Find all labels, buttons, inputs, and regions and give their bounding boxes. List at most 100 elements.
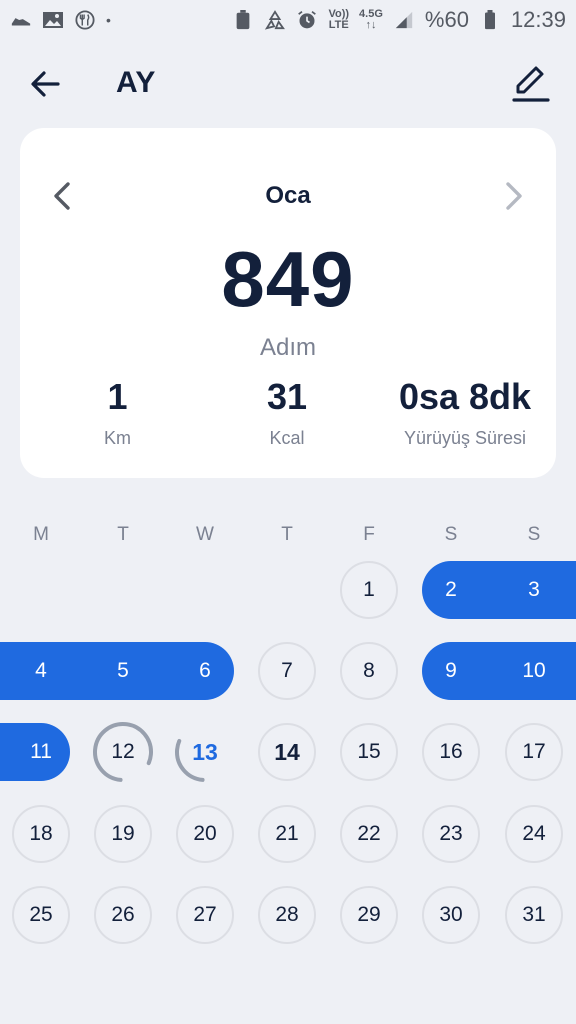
calendar-day[interactable]: 23 [422, 805, 480, 863]
day-number: 26 [111, 903, 135, 926]
day-number: 14 [274, 738, 300, 765]
day-number: 17 [522, 740, 546, 763]
app-bar: AY [0, 52, 576, 116]
calendar-day[interactable]: 8 [340, 642, 398, 700]
distance-value: 1 [107, 376, 128, 417]
weekday-label: S [444, 524, 458, 545]
day-number: 11 [30, 740, 52, 763]
calendar-day[interactable]: 31 [505, 886, 563, 944]
signal-icon [395, 11, 413, 29]
calendar-day[interactable]: 10 [505, 642, 563, 700]
arrow-left-icon [31, 71, 60, 97]
calories-value: 31 [266, 376, 308, 417]
calendar-day[interactable]: 28 [258, 886, 316, 944]
day-number: 13 [192, 738, 218, 765]
weekday-label: S [527, 524, 541, 545]
calendar-day[interactable]: 25 [12, 886, 70, 944]
walking-time-stat: 0sa 8dk Yürüyüş Süresi [380, 376, 550, 449]
calendar-day[interactable]: 9 [422, 642, 480, 700]
calories-stat: 31 Kcal [227, 376, 347, 449]
calendar-day[interactable]: 12 [93, 722, 153, 782]
day-number: 18 [29, 822, 53, 845]
weekday-label: F [363, 524, 375, 545]
calendar-day[interactable]: 30 [422, 886, 480, 944]
weekday-header: M T W T F S S [0, 524, 576, 548]
weekday-label: M [33, 524, 49, 545]
pencil-icon [512, 66, 550, 102]
status-bar: • Vo)) LTE 4.5G ↑↓ %60 12:39 [0, 0, 576, 40]
day-number: 16 [439, 740, 463, 763]
day-number: 6 [199, 659, 211, 682]
summary-card: Oca 849 Adım 1 Km 31 Kcal 0sa 8dk Yürüyü… [20, 128, 556, 478]
day-number: 22 [357, 822, 381, 845]
calendar-day[interactable]: 16 [422, 723, 480, 781]
calendar-day[interactable]: 20 [176, 805, 234, 863]
calendar-day[interactable]: 1 [340, 561, 398, 619]
calendar-day[interactable]: 22 [340, 805, 398, 863]
day-number: 30 [439, 903, 463, 926]
weekday-label: T [281, 524, 293, 545]
battery-icon [484, 10, 495, 30]
day-number: 5 [117, 659, 129, 682]
day-number: 4 [35, 659, 47, 682]
calendar-day[interactable]: 29 [340, 886, 398, 944]
calendar-day[interactable]: 3 [505, 561, 563, 619]
walking-time-value: 0sa 8dk [398, 376, 532, 417]
weekday-label: T [117, 524, 129, 545]
calendar-day[interactable]: 21 [258, 805, 316, 863]
day-number: 12 [111, 740, 135, 763]
distance-label: Km [104, 428, 131, 448]
day-number: 2 [445, 578, 457, 601]
calendar-day[interactable]: 14 [258, 723, 316, 781]
network-type: 4.5G ↑↓ [359, 8, 383, 31]
chevron-right-icon [506, 182, 522, 210]
calendar-day[interactable]: 26 [94, 886, 152, 944]
day-number: 21 [275, 822, 299, 845]
calendar-day[interactable]: 11 [12, 723, 70, 781]
calendar-day[interactable]: 24 [505, 805, 563, 863]
day-number: 23 [439, 822, 463, 845]
recycle-icon [265, 10, 286, 30]
calendar-day[interactable]: 6 [176, 642, 234, 700]
volte-indicator: Vo)) LTE [328, 8, 350, 31]
edit-button[interactable] [510, 62, 552, 104]
calendar-day[interactable]: 2 [422, 561, 480, 619]
weekday-label: W [196, 524, 214, 545]
day-number: 8 [363, 659, 375, 682]
day-number: 15 [357, 740, 381, 763]
calendar-day[interactable]: 17 [505, 723, 563, 781]
image-icon [43, 12, 63, 28]
day-number: 20 [193, 822, 217, 845]
calories-label: Kcal [269, 428, 305, 448]
alarm-icon [298, 11, 317, 29]
back-button[interactable] [26, 64, 66, 104]
calendar-day[interactable]: 4 [12, 642, 70, 700]
day-number: 31 [522, 903, 546, 926]
page-title: AY [116, 66, 156, 99]
calendar-day[interactable]: 27 [176, 886, 234, 944]
day-number: 19 [111, 822, 135, 845]
restaurant-icon [75, 10, 95, 30]
calendar-day[interactable]: 5 [94, 642, 152, 700]
calendar-day[interactable]: 18 [12, 805, 70, 863]
calendar-day[interactable]: 19 [94, 805, 152, 863]
walking-time-label: Yürüyüş Süresi [403, 428, 527, 448]
battery-percent: %60 [424, 7, 469, 32]
calendar-day[interactable]: 13 [175, 722, 235, 782]
day-number: 29 [357, 903, 381, 926]
clock: 12:39 [510, 7, 566, 32]
day-number: 9 [445, 659, 457, 682]
day-number: 10 [522, 659, 546, 682]
day-number: 24 [522, 822, 546, 845]
day-number: 1 [363, 578, 375, 601]
calendar-day[interactable]: 15 [340, 723, 398, 781]
day-number: 7 [281, 659, 293, 682]
shoe-icon [11, 18, 31, 26]
step-count: 849 [221, 235, 355, 323]
calendar-day[interactable]: 7 [258, 642, 316, 700]
status-dot: • [106, 12, 111, 28]
day-number: 27 [193, 903, 217, 926]
next-month-button[interactable] [500, 178, 528, 214]
battery-lock-icon [237, 10, 250, 30]
month-label: Oca [265, 182, 311, 209]
